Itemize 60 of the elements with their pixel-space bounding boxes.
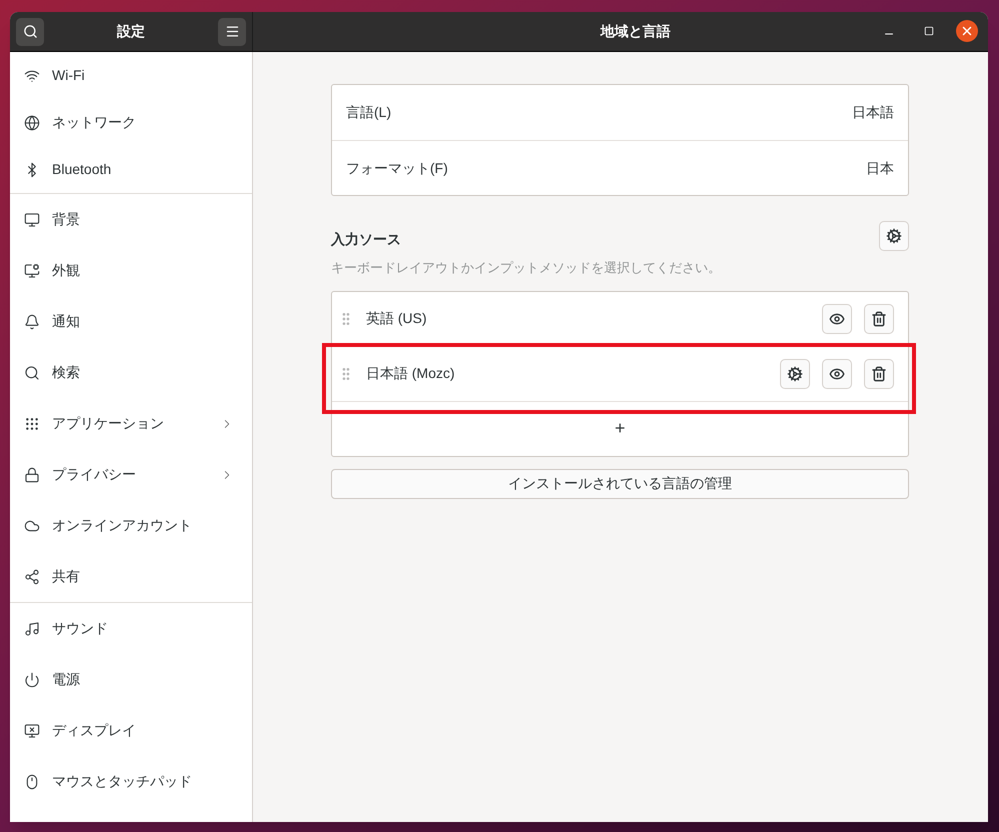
window-title: 地域と言語 [599,22,670,41]
gear-icon [787,366,803,382]
search-button[interactable] [16,18,44,46]
setting-value: 日本 [866,158,894,178]
section-description: キーボードレイアウトかインプットメソッドを選択してください。 [331,259,721,277]
manage-languages-button[interactable]: インストールされている言語の管理 [331,468,909,498]
grid-icon [24,416,40,432]
settings-row[interactable]: フォーマット(F) 日本 [332,140,908,195]
sidebar-item[interactable]: ネットワーク [10,99,252,146]
lock-icon [24,466,40,482]
bell-icon [24,314,40,330]
trash-icon [871,366,887,382]
sidebar-item[interactable]: 電源 [10,654,252,705]
setting-value: 日本語 [852,103,894,122]
add-button[interactable]: + [332,402,908,456]
sidebar-item[interactable]: プライバシー [10,449,252,500]
sidebar-item[interactable]: アプリケーション [10,398,252,449]
sidebar-item[interactable]: ディスプレイ [10,705,252,756]
sidebar-title: 設定 [117,22,145,41]
mouse-icon [24,774,40,790]
settings-row[interactable]: 言語(L) 日本語 [332,85,908,140]
share-icon [24,568,40,584]
power-icon [24,672,40,688]
trash-icon [871,310,887,326]
settings-button[interactable] [780,358,810,388]
sidebar-item[interactable]: サウンド [10,603,252,654]
monitor-icon [24,212,40,228]
display-icon [24,722,40,738]
input-source-row[interactable]: 日本語 (Mozc) [332,346,908,402]
delete-button[interactable] [864,304,894,334]
music-note-icon [24,620,40,636]
close-icon [960,24,974,38]
menu-icon [224,24,240,39]
sidebar-item[interactable]: 検索 [10,347,252,398]
delete-button[interactable] [864,358,894,388]
monitor-icon [24,262,40,278]
sidebar-item[interactable]: Wi-Fi [10,52,252,99]
maximize-icon [924,26,934,36]
sidebar-item[interactable]: 通知 [10,296,252,347]
sidebar-item[interactable]: 外観 [10,245,252,296]
preview-button[interactable] [822,358,852,388]
section-title: 入力ソース [331,230,402,249]
eye-icon [829,310,845,326]
search-icon [22,24,38,39]
input-source-row[interactable]: 英語 (US) [332,292,908,346]
sidebar-item[interactable]: 共有 [10,551,252,602]
sidebar-item[interactable]: Bluetooth [10,146,252,193]
globe-icon [24,114,40,130]
eye-icon [829,366,845,382]
gear-icon [886,228,902,244]
settings-button[interactable] [879,221,909,251]
setting-label: 言語(L) [346,103,392,122]
sidebar-item[interactable]: オンラインアカウント [10,500,252,551]
close-button[interactable] [956,20,978,42]
sidebar-item[interactable]: マウスとタッチパッド [10,756,252,807]
sidebar-item[interactable]: 背景 [10,194,252,245]
search-icon [24,364,40,380]
preview-button[interactable] [822,304,852,334]
setting-label: フォーマット(F) [346,158,448,178]
menu-button[interactable] [218,18,246,46]
